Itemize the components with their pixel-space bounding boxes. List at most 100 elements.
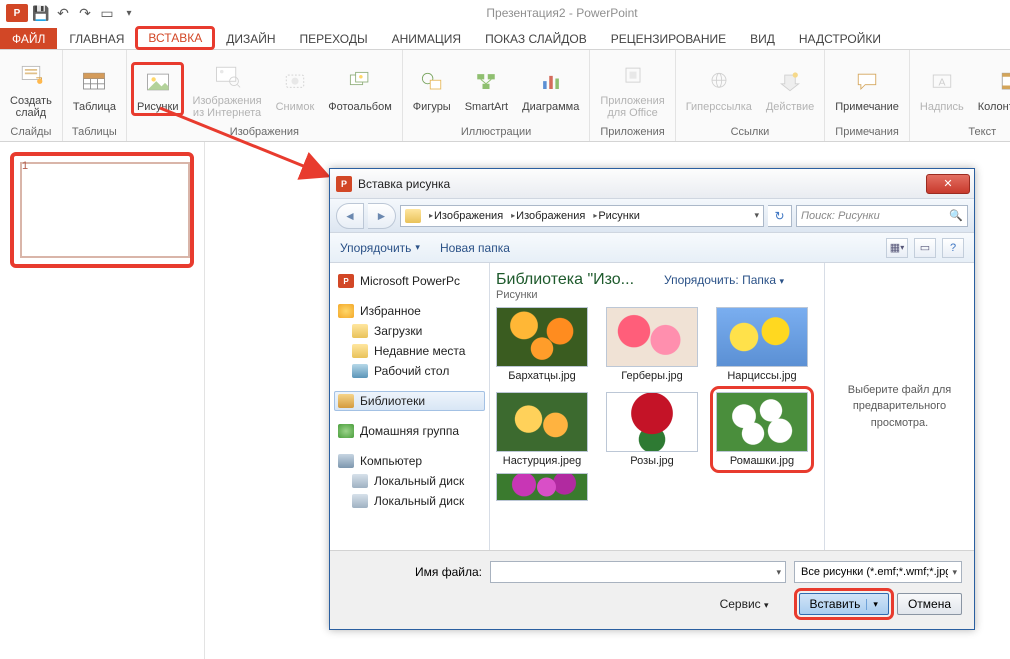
help-button[interactable]: ? bbox=[942, 238, 964, 258]
tab-view[interactable]: ВИД bbox=[738, 28, 787, 49]
photo-album-button[interactable]: Фотоальбом bbox=[322, 63, 398, 115]
screenshot-icon bbox=[278, 65, 312, 99]
folder-icon bbox=[352, 344, 368, 358]
ribbon-tabs: ФАЙЛ ГЛАВНАЯ ВСТАВКА ДИЗАЙН ПЕРЕХОДЫ АНИ… bbox=[0, 26, 1010, 50]
tree-item-homegroup[interactable]: Домашняя группа bbox=[334, 421, 485, 441]
group-links-label: Ссылки bbox=[731, 124, 770, 140]
breadcrumb-seg[interactable]: Изображения bbox=[434, 210, 503, 222]
qat-customize-icon[interactable]: ▾ bbox=[120, 4, 138, 22]
photo-album-icon bbox=[343, 65, 377, 99]
file-item[interactable]: Настурция.jpeg bbox=[496, 392, 588, 467]
tab-file[interactable]: ФАЙЛ bbox=[0, 28, 57, 49]
smartart-label: SmartArt bbox=[465, 101, 508, 113]
address-bar[interactable]: ▸Изображения ▸Изображения ▸Рисунки ▾ bbox=[400, 205, 764, 227]
hyperlink-button[interactable]: Гиперссылка bbox=[680, 63, 758, 115]
tree-item-desktop[interactable]: Рабочий стол bbox=[334, 361, 485, 381]
dialog-titlebar: P Вставка рисунка ✕ bbox=[330, 169, 974, 199]
save-icon[interactable]: 💾 bbox=[32, 4, 50, 22]
redo-icon[interactable]: ↷ bbox=[76, 4, 94, 22]
dialog-close-button[interactable]: ✕ bbox=[926, 174, 970, 194]
tab-transitions[interactable]: ПЕРЕХОДЫ bbox=[288, 28, 380, 49]
table-button[interactable]: Таблица bbox=[67, 63, 122, 115]
tab-home[interactable]: ГЛАВНАЯ bbox=[57, 28, 136, 49]
tree-label: Библиотеки bbox=[360, 394, 425, 408]
tab-review[interactable]: РЕЦЕНЗИРОВАНИЕ bbox=[599, 28, 738, 49]
chart-button[interactable]: Диаграмма bbox=[516, 63, 585, 115]
tree-item-libraries[interactable]: Библиотеки bbox=[334, 391, 485, 411]
powerpoint-icon: P bbox=[338, 274, 354, 288]
shapes-button[interactable]: Фигуры bbox=[407, 63, 457, 115]
new-slide-button[interactable]: Создать слайд bbox=[4, 57, 58, 121]
breadcrumb-seg[interactable]: Изображения bbox=[516, 210, 585, 222]
group-text-label: Текст bbox=[968, 124, 996, 140]
split-dropdown-icon[interactable]: ▾ bbox=[866, 599, 878, 610]
online-pictures-icon bbox=[210, 59, 244, 93]
undo-icon[interactable]: ↶ bbox=[54, 4, 72, 22]
file-name: Герберы.jpg bbox=[621, 370, 683, 382]
breadcrumb-seg[interactable]: Рисунки bbox=[598, 210, 640, 222]
file-name: Нарциссы.jpg bbox=[727, 370, 796, 382]
tree-item-powerpoint[interactable]: PMicrosoft PowerPc bbox=[334, 271, 485, 291]
preview-pane-button[interactable]: ▭ bbox=[914, 238, 936, 258]
tree-item-favorites[interactable]: Избранное bbox=[334, 301, 485, 321]
tab-design[interactable]: ДИЗАЙН bbox=[214, 28, 287, 49]
computer-icon bbox=[338, 454, 354, 468]
tab-insert[interactable]: ВСТАВКА bbox=[136, 27, 214, 49]
organize-menu[interactable]: Упорядочить ▾ bbox=[340, 241, 420, 255]
new-folder-button[interactable]: Новая папка bbox=[440, 241, 510, 255]
screenshot-label: Снимок bbox=[276, 101, 315, 113]
nav-back-button[interactable]: ◄ bbox=[336, 203, 364, 229]
textbox-label: Надпись bbox=[920, 101, 964, 113]
search-icon: 🔍 bbox=[949, 209, 963, 222]
tab-animation[interactable]: АНИМАЦИЯ bbox=[380, 28, 473, 49]
library-icon bbox=[338, 394, 354, 408]
smartart-button[interactable]: SmartArt bbox=[459, 63, 514, 115]
comment-button[interactable]: Примечание bbox=[829, 63, 905, 115]
search-input[interactable]: Поиск: Рисунки 🔍 bbox=[796, 205, 968, 227]
file-name: Бархатцы.jpg bbox=[508, 370, 576, 382]
file-item[interactable]: Бархатцы.jpg bbox=[496, 307, 588, 382]
preview-panel: Выберите файл для предварительного просм… bbox=[824, 263, 974, 550]
view-mode-button[interactable]: ▦ ▾ bbox=[886, 238, 908, 258]
insert-button[interactable]: Вставить▾ bbox=[799, 593, 889, 615]
tree-label: Локальный диск bbox=[374, 494, 464, 508]
action-button[interactable]: Действие bbox=[760, 63, 820, 115]
address-dropdown-icon[interactable]: ▾ bbox=[750, 210, 763, 221]
screenshot-button[interactable]: Снимок bbox=[270, 63, 321, 115]
start-slideshow-icon[interactable]: ▭ bbox=[98, 4, 116, 22]
library-sort[interactable]: Упорядочить: Папка ▾ bbox=[664, 273, 784, 287]
file-item[interactable] bbox=[496, 473, 588, 504]
file-thumbnail bbox=[606, 307, 698, 367]
tree-item-computer[interactable]: Компьютер bbox=[334, 451, 485, 471]
file-item-selected[interactable]: Ромашки.jpg bbox=[716, 392, 808, 467]
cancel-button[interactable]: Отмена bbox=[897, 593, 962, 615]
service-menu[interactable]: Сервис ▾ bbox=[720, 597, 769, 611]
tree-item-localdisk[interactable]: Локальный диск bbox=[334, 491, 485, 511]
filename-input[interactable]: ▾ bbox=[490, 561, 786, 583]
office-apps-icon bbox=[616, 59, 650, 93]
pictures-button[interactable]: Рисунки bbox=[131, 62, 185, 116]
textbox-button[interactable]: A Надпись bbox=[914, 63, 970, 115]
file-item[interactable]: Герберы.jpg bbox=[606, 307, 698, 382]
refresh-button[interactable]: ↻ bbox=[768, 205, 792, 227]
dialog-title: Вставка рисунка bbox=[358, 177, 926, 191]
dialog-nav-bar: ◄ ► ▸Изображения ▸Изображения ▸Рисунки ▾… bbox=[330, 199, 974, 233]
file-item[interactable]: Розы.jpg bbox=[606, 392, 698, 467]
file-item[interactable]: Нарциссы.jpg bbox=[716, 307, 808, 382]
headerfooter-button[interactable]: Колонтитулы bbox=[972, 63, 1010, 115]
tree-label: Рабочий стол bbox=[374, 364, 449, 378]
office-apps-button[interactable]: Приложения для Office bbox=[594, 57, 670, 121]
dialog-body: PMicrosoft PowerPc Избранное Загрузки Не… bbox=[330, 263, 974, 550]
nav-forward-button[interactable]: ► bbox=[368, 203, 396, 229]
tree-item-downloads[interactable]: Загрузки bbox=[334, 321, 485, 341]
tree-item-recent[interactable]: Недавние места bbox=[334, 341, 485, 361]
file-filter-combo[interactable]: Все рисунки (*.emf;*.wmf;*.jpg▾ bbox=[794, 561, 962, 583]
tree-item-localdisk[interactable]: Локальный диск bbox=[334, 471, 485, 491]
online-pictures-label: Изображения из Интернета bbox=[192, 95, 261, 119]
comment-icon bbox=[850, 65, 884, 99]
tab-slideshow[interactable]: ПОКАЗ СЛАЙДОВ bbox=[473, 28, 599, 49]
tab-addins[interactable]: НАДСТРОЙКИ bbox=[787, 28, 893, 49]
slide-thumbnail-1[interactable]: 1 bbox=[10, 152, 194, 268]
file-thumbnail bbox=[606, 392, 698, 452]
online-pictures-button[interactable]: Изображения из Интернета bbox=[186, 57, 267, 121]
